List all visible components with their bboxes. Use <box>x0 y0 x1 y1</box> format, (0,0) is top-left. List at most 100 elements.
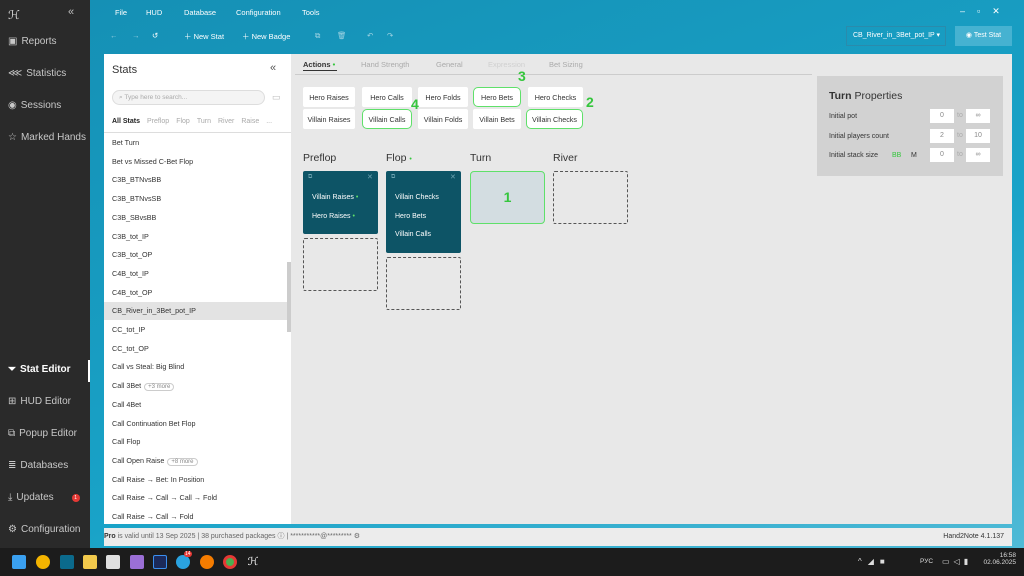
sidebar-item-databases[interactable]: ≣ Databases <box>8 460 68 471</box>
players-from-input[interactable]: 2 <box>930 129 954 143</box>
stat-list-item[interactable]: Bet vs Missed C-Bet Flop <box>104 153 287 171</box>
hand2note-icon[interactable]: ℋ <box>246 555 260 569</box>
window-controls[interactable]: –▫✕ <box>960 6 1012 17</box>
file-explorer-icon[interactable] <box>83 555 97 569</box>
stat-list-item[interactable]: C3B_BTNvsSB <box>104 190 287 208</box>
back-icon[interactable]: ← <box>110 31 118 40</box>
stat-list-item[interactable]: Bet Turn <box>104 134 287 152</box>
preflop-empty-slot[interactable] <box>303 238 378 291</box>
copy-icon[interactable]: ⧉ <box>391 174 395 181</box>
gear-icon[interactable]: ⚙ <box>354 533 360 540</box>
flop-empty-slot[interactable] <box>386 257 461 310</box>
hero-folds-chip[interactable]: Hero Folds <box>418 87 468 107</box>
filter-more[interactable]: ... <box>266 118 272 125</box>
sidebar-item-popup-editor[interactable]: ⧉ Popup Editor <box>8 428 77 439</box>
stat-list-item[interactable]: CB_River_in_3Bet_pot_IP <box>104 302 287 321</box>
photoshop-icon[interactable] <box>153 555 167 569</box>
collapse-sidebar-icon[interactable]: « <box>68 6 74 18</box>
stat-list-item[interactable]: C4B_tot_IP <box>104 265 287 283</box>
stack-from-input[interactable]: 0 <box>930 148 954 162</box>
stat-list-item[interactable]: Call 3Bet +3 more <box>104 377 287 395</box>
filter-preflop[interactable]: Preflop <box>147 118 169 125</box>
stat-list-item[interactable]: C3B_tot_IP <box>104 228 287 246</box>
forward-icon[interactable]: → <box>132 31 140 40</box>
windows-start-icon[interactable] <box>12 555 26 569</box>
packages-count[interactable]: 38 purchased packages <box>201 533 275 540</box>
turn-node-selected[interactable]: 1 <box>470 171 545 224</box>
pot-to-input[interactable]: ∞ <box>966 109 990 123</box>
flop-node[interactable]: ⧉ ✕ Villain Checks Hero Bets Villain Cal… <box>386 171 461 253</box>
folder-icon[interactable]: ▭ <box>272 92 281 103</box>
scrollbar[interactable] <box>287 262 291 332</box>
preflop-node[interactable]: ⧉ ✕ Villain Raises • Hero Raises • <box>303 171 378 234</box>
menu-hud[interactable]: HUD <box>146 8 162 17</box>
filter-river[interactable]: River <box>218 118 234 125</box>
stat-list-item[interactable]: C3B_SBvsBB <box>104 209 287 227</box>
stat-list-item[interactable]: Call Flop <box>104 433 287 451</box>
more-badge[interactable]: +8 more <box>167 457 198 466</box>
stat-list-item[interactable]: Call Raise → Bet: In Position <box>104 471 287 489</box>
system-tray-icons[interactable]: ▭◁▮ <box>942 557 972 566</box>
tray-icons[interactable]: ^◢■ <box>858 557 891 566</box>
stack-to-input[interactable]: ∞ <box>966 148 990 162</box>
stat-list-item[interactable]: C4B_tot_OP <box>104 284 287 302</box>
app-icon[interactable] <box>36 555 50 569</box>
villain-folds-chip[interactable]: Villain Folds <box>418 109 468 129</box>
villain-calls-chip[interactable]: Villain Calls <box>362 109 412 129</box>
delete-icon[interactable]: 🗑 <box>337 31 347 40</box>
redo-icon[interactable]: ↷ <box>387 31 393 40</box>
copy-icon[interactable]: ⧉ <box>315 31 320 41</box>
copy-icon[interactable]: ⧉ <box>308 174 312 181</box>
tab-general[interactable]: General <box>436 60 463 69</box>
menu-file[interactable]: File <box>115 8 127 17</box>
sidebar-item-configuration[interactable]: ⚙ Configuration <box>8 524 80 535</box>
stat-list-item[interactable]: C3B_tot_OP <box>104 246 287 264</box>
hero-raises-chip[interactable]: Hero Raises <box>303 87 355 107</box>
app-icon[interactable] <box>60 555 74 569</box>
test-stat-button[interactable]: ◉ Test Stat <box>955 26 1012 46</box>
app-icon[interactable] <box>130 555 144 569</box>
language-indicator[interactable]: РУС <box>920 558 933 565</box>
sidebar-item-updates[interactable]: ⤓ Updates 1 <box>8 492 80 503</box>
history-icon[interactable]: ↺ <box>152 31 158 40</box>
undo-icon[interactable]: ↶ <box>367 31 373 40</box>
close-icon[interactable]: ✕ <box>367 173 373 181</box>
telegram-icon[interactable]: 14 <box>176 551 192 569</box>
filter-turn[interactable]: Turn <box>197 118 211 125</box>
stat-list-item[interactable]: Call vs Steal: Big Blind <box>104 358 287 376</box>
sidebar-item-stat-editor[interactable]: ⏷ Stat Editor <box>8 364 71 375</box>
new-stat-button[interactable]: ＋ New Stat <box>184 31 224 42</box>
chrome-icon[interactable] <box>223 555 237 569</box>
stat-list-item[interactable]: C3B_BTNvsBB <box>104 171 287 189</box>
collapse-stats-icon[interactable]: « <box>270 62 276 74</box>
tab-hand-strength[interactable]: Hand Strength <box>361 60 409 69</box>
players-to-input[interactable]: 10 <box>966 129 990 143</box>
filter-all-stats[interactable]: All Stats <box>112 118 140 125</box>
tab-bet-sizing[interactable]: Bet Sizing <box>549 60 583 69</box>
search-input[interactable]: ⌕ Type here to search... <box>112 90 265 105</box>
menu-database[interactable]: Database <box>184 8 216 17</box>
hero-bets-chip[interactable]: Hero Bets <box>473 87 521 107</box>
villain-checks-chip[interactable]: Villain Checks <box>526 109 583 129</box>
more-badge[interactable]: +3 more <box>144 383 175 392</box>
sidebar-item-marked-hands[interactable]: ☆ Marked Hands <box>8 132 86 143</box>
sidebar-item-hud-editor[interactable]: ⊞ HUD Editor <box>8 396 71 407</box>
sidebar-item-sessions[interactable]: ◉ Sessions <box>8 100 61 111</box>
stat-list-item[interactable]: CC_tot_IP <box>104 321 287 339</box>
stat-list-item[interactable]: Call Continuation Bet Flop <box>104 415 287 433</box>
stat-select-dropdown[interactable]: CB_River_in_3Bet_pot_IP ▾ <box>846 26 946 46</box>
stat-list-item[interactable]: CC_tot_OP <box>104 340 287 358</box>
close-icon[interactable]: ✕ <box>450 173 456 181</box>
new-badge-button[interactable]: ＋ New Badge <box>242 31 290 42</box>
menu-tools[interactable]: Tools <box>302 8 320 17</box>
sidebar-item-statistics[interactable]: ⋘ Statistics <box>8 68 66 79</box>
bb-toggle[interactable]: BB <box>892 152 901 159</box>
pot-from-input[interactable]: 0 <box>930 109 954 123</box>
river-empty-slot[interactable] <box>553 171 628 224</box>
villain-bets-chip[interactable]: Villain Bets <box>473 109 521 129</box>
filter-flop[interactable]: Flop <box>176 118 190 125</box>
clock[interactable]: 16:58 02.06.2025 <box>982 552 1016 566</box>
villain-raises-chip[interactable]: Villain Raises <box>303 109 355 129</box>
stat-list-item[interactable]: Call 4Bet <box>104 396 287 414</box>
firefox-icon[interactable] <box>200 555 214 569</box>
